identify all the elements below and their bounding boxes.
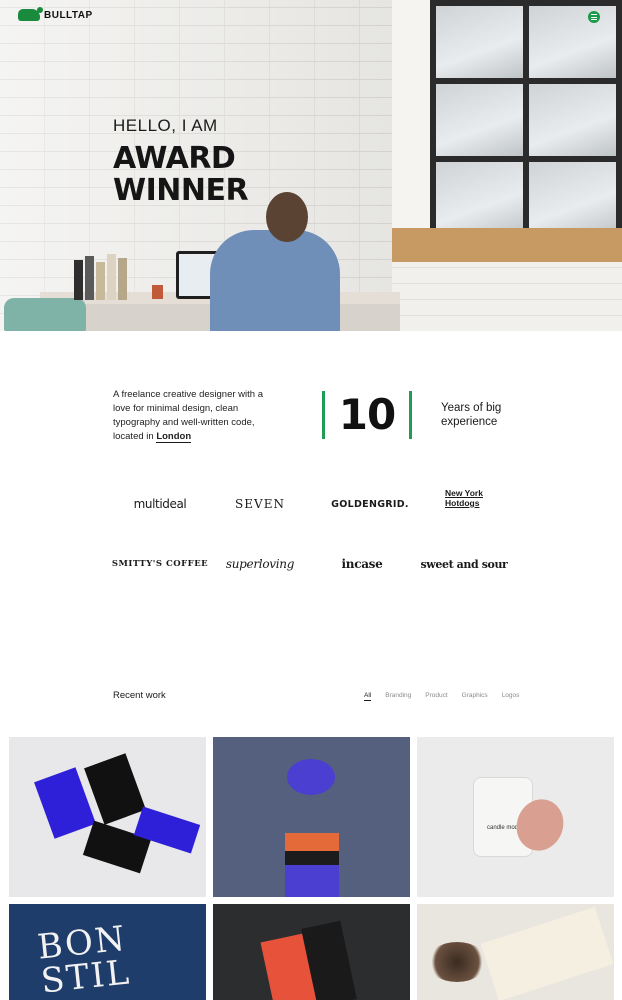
experience-label: Years of big experience [441,402,502,428]
client-logo-incase: incase [341,557,383,571]
portfolio-item-candle[interactable]: candle module [417,737,614,897]
hamburger-menu-icon[interactable] [588,11,600,23]
hero-title-line2: WINNER [113,173,249,208]
recent-work-title: Recent work [113,690,166,701]
filter-logos[interactable]: Logos [502,692,520,701]
portfolio-item-packaging[interactable] [213,904,410,1000]
filter-all[interactable]: All [364,692,372,701]
hero-greeting: HELLO, I AM [113,116,218,135]
hero-title: AWARD WINNER [113,141,249,208]
portfolio-item-coffee-cups[interactable] [213,737,410,897]
client-logo-smittys-coffee: SMITTY'S COFFEE [111,559,209,569]
client-logo-sweet-and-sour: sweet and sour [420,557,508,571]
filter-branding[interactable]: Branding [385,692,411,701]
work-filters: All Branding Product Graphics Logos [364,692,519,701]
person [210,230,340,331]
filter-product[interactable]: Product [425,692,447,701]
hero-section: HELLO, I AM AWARD WINNER [0,0,622,331]
portfolio-item-bonstil[interactable]: BON STIL [9,904,206,1000]
filter-graphics[interactable]: Graphics [462,692,488,701]
window [430,0,622,240]
portfolio-item-business-cards[interactable] [9,737,206,897]
client-logo-seven: SEVEN [235,497,285,511]
experience-counter: 10 [322,391,412,439]
books [74,252,134,300]
client-logo-superloving: superloving [225,557,295,571]
hero-title-line1: AWARD [113,141,236,176]
experience-number: 10 [338,390,396,439]
client-logo-goldengrid: GOLDENGRID. [331,498,409,510]
pencil-cup [152,285,163,299]
hero-text: HELLO, I AM AWARD WINNER [113,116,249,208]
logo-link[interactable]: BULLTAP [18,7,93,21]
bull-icon [18,7,43,21]
bonstil-text: BON STIL [35,918,133,1000]
client-logos: multideal SEVEN GOLDENGRID. New York Hot… [110,488,522,580]
logo-text: BULLTAP [44,9,93,21]
client-logo-multideal: multideal [133,497,187,511]
city-link[interactable]: London [156,431,192,443]
typewriter [4,298,86,331]
client-logo-new-york-hotdogs: New York Hotdogs [445,488,483,508]
portfolio-item-tea[interactable] [417,904,614,1000]
intro-paragraph: A freelance creative designer with a lov… [113,388,273,444]
